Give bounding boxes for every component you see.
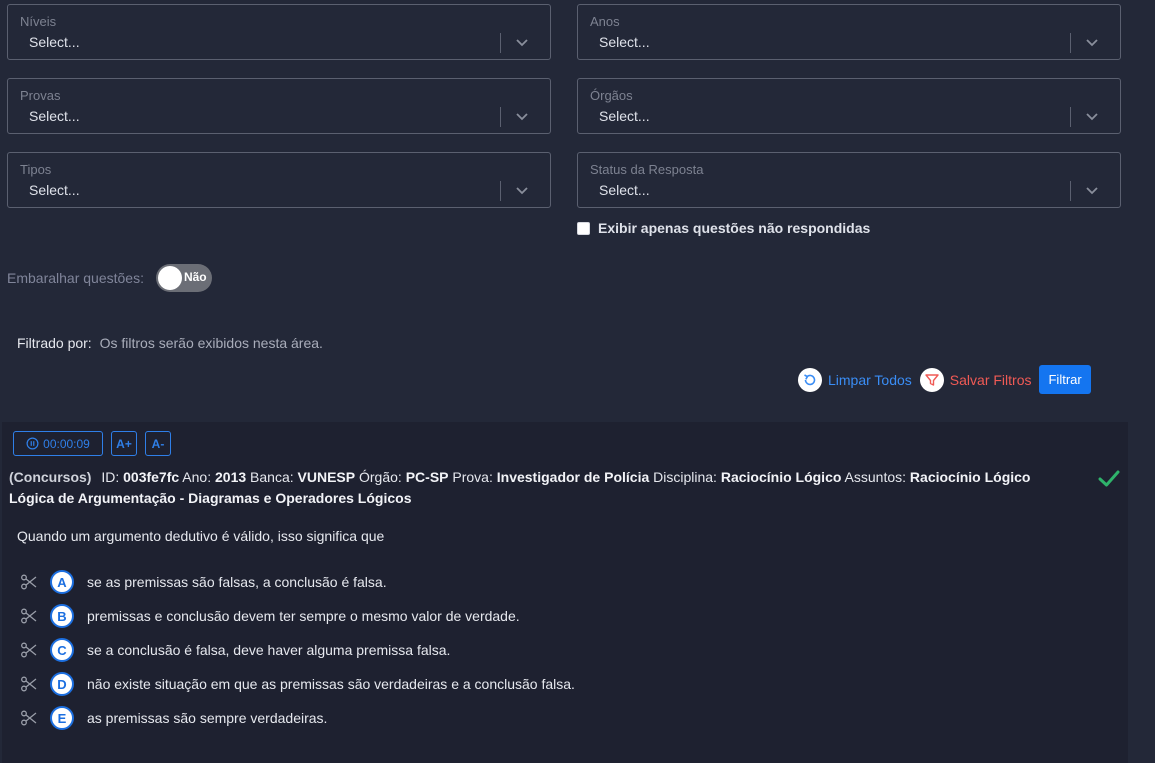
discipline-label: Disciplina: [653, 469, 717, 485]
provas-label: Provas [20, 88, 61, 103]
select-separator [1070, 181, 1071, 201]
save-filters-label: Salvar Filtros [949, 371, 1032, 388]
select-separator [1070, 33, 1071, 53]
option-letter[interactable]: B [50, 604, 74, 628]
option-text[interactable]: se as premissas são falsas, a conclusão … [87, 574, 387, 590]
shuffle-label: Embaralhar questões: [7, 270, 144, 286]
orgaos-select[interactable]: Órgãos Select... [577, 78, 1121, 134]
option-letter[interactable]: C [50, 638, 74, 662]
shuffle-toggle[interactable]: Não [155, 264, 212, 292]
orgaos-label: Órgãos [590, 88, 633, 103]
status-resposta-select[interactable]: Status da Resposta Select... [577, 152, 1121, 208]
timer-value: 00:00:09 [43, 436, 90, 451]
scissors-icon[interactable] [20, 641, 38, 659]
niveis-label: Níveis [20, 14, 57, 29]
option-text[interactable]: as premissas são sempre verdadeiras. [87, 710, 327, 726]
provas-select[interactable]: Provas Select... [7, 78, 551, 134]
option-letter[interactable]: E [50, 706, 74, 730]
chevron-down-icon[interactable] [1084, 110, 1100, 124]
timer-button[interactable]: 00:00:09 [13, 431, 103, 456]
anos-value: Select... [599, 34, 650, 50]
exam-label: Prova: [452, 469, 493, 485]
only-unanswered-label[interactable]: Exibir apenas questões não respondidas [598, 220, 870, 236]
option-letter[interactable]: D [50, 672, 74, 696]
only-unanswered-row[interactable]: Exibir apenas questões não respondidas [577, 220, 870, 236]
chevron-down-icon[interactable] [1084, 184, 1100, 198]
font-decrease-button[interactable]: A- [145, 431, 171, 456]
pause-icon [26, 437, 39, 450]
chevron-down-icon[interactable] [1084, 36, 1100, 50]
filter-button[interactable]: Filtrar [1039, 365, 1091, 394]
option-a[interactable]: A se as premissas são falsas, a conclusã… [20, 570, 387, 594]
refresh-icon [798, 367, 822, 392]
filtered-by: Filtrado por: Os filtros serão exibidos … [17, 335, 323, 351]
funnel-icon [919, 367, 944, 392]
scissors-icon[interactable] [20, 573, 38, 591]
tipos-value: Select... [29, 182, 80, 198]
niveis-select[interactable]: Níveis Select... [7, 4, 551, 60]
id-label: ID: [101, 469, 120, 485]
only-unanswered-checkbox[interactable] [577, 221, 590, 235]
question-card: 00:00:09 A+ A- (Concursos) ID: 003fe7fc … [2, 422, 1128, 763]
provas-value: Select... [29, 108, 80, 124]
option-letter[interactable]: A [50, 570, 74, 594]
scissors-icon[interactable] [20, 607, 38, 625]
status-resposta-value: Select... [599, 182, 650, 198]
option-c[interactable]: C se a conclusão é falsa, deve haver alg… [20, 638, 450, 662]
tipos-select[interactable]: Tipos Select... [7, 152, 551, 208]
option-text[interactable]: premissas e conclusão devem ter sempre o… [87, 608, 520, 624]
option-text[interactable]: não existe situação em que as premissas … [87, 676, 575, 692]
toggle-text: Não [183, 270, 207, 284]
scissors-icon[interactable] [20, 675, 38, 693]
exam-value: Investigador de Polícia [496, 469, 650, 485]
discipline-value: Raciocínio Lógico [720, 469, 842, 485]
filter-actions: Limpar Todos Salvar Filtros Filtrar [798, 365, 1091, 394]
font-increase-button[interactable]: A+ [111, 431, 137, 456]
status-resposta-label: Status da Resposta [590, 162, 704, 177]
anos-label: Anos [590, 14, 620, 29]
id-value: 003fe7fc [123, 469, 180, 485]
org-value: PC-SP [405, 469, 449, 485]
select-separator [500, 33, 501, 53]
board-label: Banca: [250, 469, 294, 485]
toggle-knob [157, 266, 182, 290]
checkmark-icon [1098, 470, 1120, 487]
niveis-value: Select... [29, 34, 80, 50]
clear-all-label: Limpar Todos [828, 371, 912, 388]
chevron-down-icon[interactable] [514, 110, 530, 124]
year-value: 2013 [215, 469, 247, 485]
board-value: VUNESP [297, 469, 356, 485]
question-source: (Concursos) [9, 469, 92, 485]
orgaos-value: Select... [599, 108, 650, 124]
question-statement: Quando um argumento dedutivo é válido, i… [17, 528, 385, 544]
save-filters-button[interactable]: Salvar Filtros [919, 367, 1032, 392]
filtered-by-label: Filtrado por: [17, 335, 92, 351]
select-separator [500, 107, 501, 127]
option-text[interactable]: se a conclusão é falsa, deve haver algum… [87, 642, 450, 658]
clear-all-button[interactable]: Limpar Todos [798, 367, 912, 392]
filtered-by-value: Os filtros serão exibidos nesta área. [99, 335, 323, 351]
org-label: Órgão: [359, 469, 402, 485]
option-d[interactable]: D não existe situação em que as premissa… [20, 672, 575, 696]
tipos-label: Tipos [20, 162, 52, 177]
scissors-icon[interactable] [20, 709, 38, 727]
option-b[interactable]: B premissas e conclusão devem ter sempre… [20, 604, 520, 628]
anos-select[interactable]: Anos Select... [577, 4, 1121, 60]
subjects-label: Assuntos: [844, 469, 907, 485]
shuffle-row: Embaralhar questões: Não [7, 264, 212, 292]
chevron-down-icon[interactable] [514, 36, 530, 50]
chevron-down-icon[interactable] [514, 184, 530, 198]
select-separator [1070, 107, 1071, 127]
question-toolbar: 00:00:09 A+ A- [13, 431, 171, 456]
year-label: Ano: [182, 469, 212, 485]
question-metadata: (Concursos) ID: 003fe7fc Ano: 2013 Banca… [9, 467, 1069, 509]
option-e[interactable]: E as premissas são sempre verdadeiras. [20, 706, 327, 730]
select-separator [500, 181, 501, 201]
